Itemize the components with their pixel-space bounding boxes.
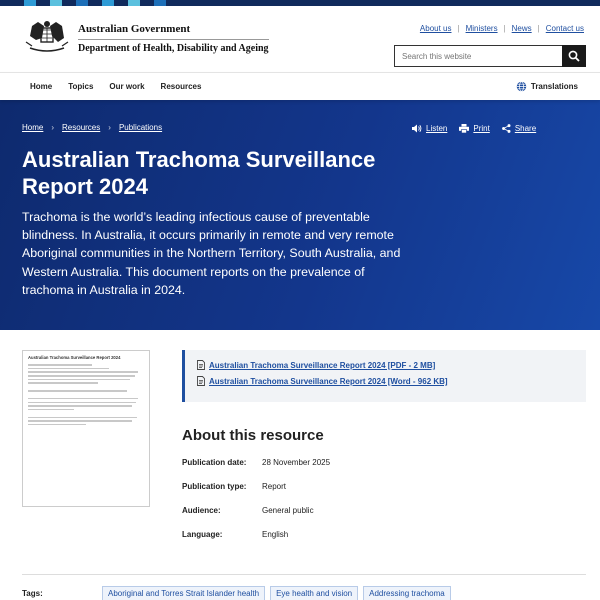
nav-item-home[interactable]: Home (30, 82, 52, 91)
share-button[interactable]: Share (501, 124, 537, 133)
download-word-link[interactable]: Australian Trachoma Surveillance Report … (197, 376, 574, 386)
tag-eye-health[interactable]: Eye health and vision (270, 586, 359, 600)
government-name: Australian Government (78, 22, 191, 35)
document-thumbnail: Australian Trachoma Surveillance Report … (22, 350, 150, 507)
share-label: Share (514, 124, 537, 133)
download-pdf-link[interactable]: Australian Trachoma Surveillance Report … (197, 360, 574, 370)
contact-us-link[interactable]: Contact us (546, 24, 584, 33)
hero-banner: Home › Resources › Publications Listen P… (0, 100, 600, 330)
tags-section: Tags: Aboriginal and Torres Strait Islan… (22, 574, 586, 600)
search-input[interactable] (394, 45, 562, 67)
printer-icon (459, 124, 470, 133)
search-button[interactable] (562, 45, 586, 67)
breadcrumb: Home › Resources › Publications (22, 123, 162, 132)
breadcrumb-home[interactable]: Home (22, 123, 43, 132)
download-box: Australian Trachoma Surveillance Report … (182, 350, 586, 402)
department-name: Department of Health, Disability and Age… (78, 38, 269, 54)
thumbnail-title: Australian Trachoma Surveillance Report … (28, 355, 121, 360)
site-header: Australian Government Department of Heal… (0, 6, 600, 72)
nav-item-resources[interactable]: Resources (161, 82, 202, 91)
page-tools: Listen Print Share (412, 124, 536, 133)
coat-of-arms-icon (25, 21, 69, 52)
about-us-link[interactable]: About us (420, 24, 452, 33)
globe-icon (516, 81, 527, 92)
news-link[interactable]: News (512, 24, 532, 33)
print-button[interactable]: Print (459, 124, 490, 133)
main-content: Australian Trachoma Surveillance Report … (0, 330, 600, 600)
listen-button[interactable]: Listen (412, 124, 447, 133)
nav-item-topics[interactable]: Topics (68, 82, 93, 91)
tags-label: Tags: (22, 589, 43, 598)
translations-label: Translations (530, 82, 578, 91)
meta-row-publication-date: Publication date: 28 November 2025 (182, 458, 331, 467)
listen-label: Listen (426, 124, 448, 133)
nav-item-our-work[interactable]: Our work (109, 82, 144, 91)
search-icon (568, 50, 580, 62)
meta-row-language: Language: English (182, 530, 289, 539)
document-icon (197, 360, 205, 370)
about-heading: About this resource (182, 427, 324, 444)
print-label: Print (473, 124, 490, 133)
site-logo[interactable]: Australian Government Department of Heal… (22, 18, 269, 58)
page-title: Australian Trachoma Surveillance Report … (22, 147, 376, 199)
translations-button[interactable]: Translations (516, 81, 578, 92)
tag-aboriginal-health[interactable]: Aboriginal and Torres Strait Islander he… (102, 586, 266, 600)
meta-row-audience: Audience: General public (182, 506, 314, 515)
main-nav: Home Topics Our work Resources Translati… (0, 72, 600, 100)
download-pdf-label: Australian Trachoma Surveillance Report … (209, 360, 436, 370)
meta-row-publication-type: Publication type: Report (182, 482, 287, 491)
page-summary: Trachoma is the world’s leading infectio… (22, 210, 401, 297)
utility-links: About us | Ministers | News | Contact us (419, 24, 584, 33)
document-icon (197, 376, 205, 386)
resource-metadata: Publication date: 28 November 2025 Publi… (182, 458, 330, 554)
download-word-label: Australian Trachoma Surveillance Report … (209, 376, 448, 386)
breadcrumb-publications[interactable]: Publications (119, 123, 162, 132)
share-icon (501, 124, 511, 133)
chevron-right-icon: › (108, 123, 111, 132)
speaker-icon (412, 124, 422, 133)
tag-addressing-trachoma[interactable]: Addressing trachoma (363, 586, 451, 600)
breadcrumb-resources[interactable]: Resources (62, 123, 100, 132)
chevron-right-icon: › (51, 123, 55, 132)
search-bar (394, 45, 586, 67)
ministers-link[interactable]: Ministers (466, 24, 498, 33)
